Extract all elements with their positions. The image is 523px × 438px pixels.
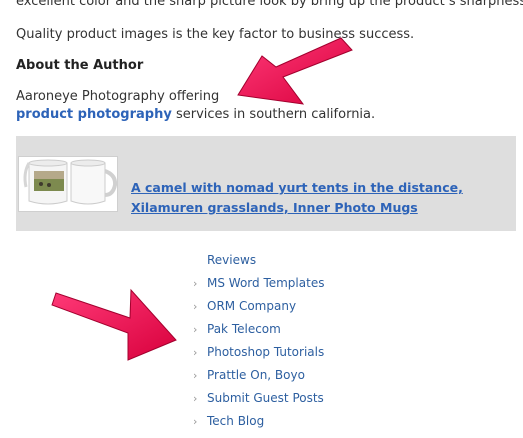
pointer-arrow-icon — [237, 37, 353, 105]
pointer-arrow-icon — [51, 288, 177, 361]
annotation-arrows — [51, 37, 353, 361]
